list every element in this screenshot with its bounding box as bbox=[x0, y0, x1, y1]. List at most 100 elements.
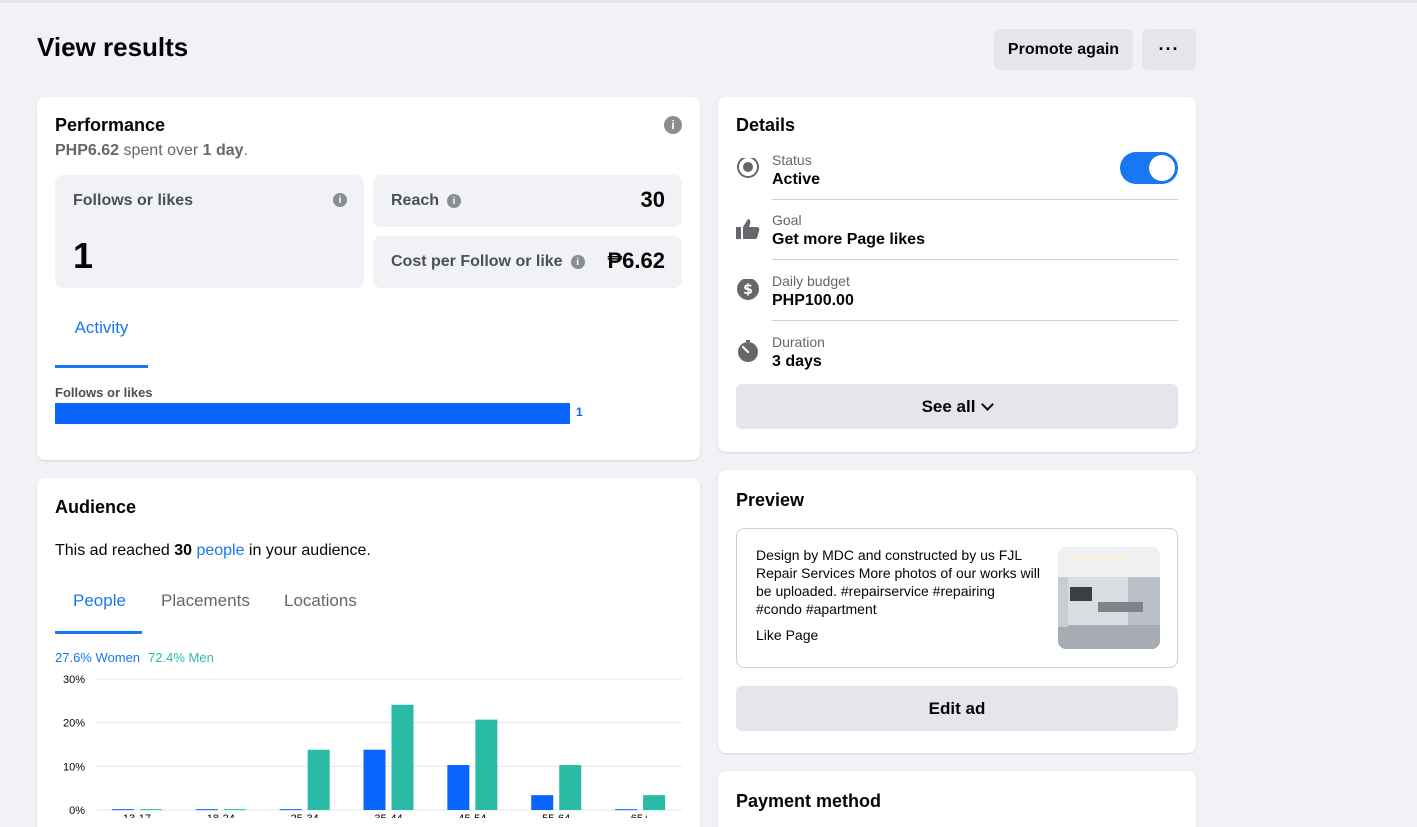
spent-end: . bbox=[243, 142, 249, 159]
bar-men bbox=[139, 809, 162, 811]
activity-bar-value: 1 bbox=[576, 405, 583, 419]
divider bbox=[772, 320, 1178, 321]
cost-value: ₱6.62 bbox=[607, 248, 666, 273]
ad-preview[interactable]: Design by MDC and constructed by us FJL … bbox=[736, 528, 1178, 668]
follows-label: Follows or likes bbox=[73, 192, 194, 209]
top-border bbox=[0, 0, 1417, 3]
tab-people[interactable]: People bbox=[73, 591, 126, 611]
x-tick-label: 25-34 bbox=[291, 813, 319, 818]
age-gender-chart: 0% 10% 20% 30% 13-17 18-24 25-34 35-44 45-54 55-6… bbox=[63, 674, 682, 818]
stopwatch-icon bbox=[738, 340, 758, 362]
follows-value: 1 bbox=[73, 235, 94, 276]
audience-card: Audience This ad reached 30 people in yo… bbox=[37, 478, 700, 827]
svg-text:$: $ bbox=[743, 282, 753, 298]
detail-value: Get more Page likes bbox=[772, 231, 925, 248]
thumbs-up-icon bbox=[736, 219, 760, 239]
y-tick-label: 30% bbox=[63, 674, 85, 686]
payment-title: Payment method bbox=[736, 791, 882, 811]
bar-men bbox=[391, 704, 414, 810]
summary-pre: This ad reached bbox=[55, 542, 175, 559]
y-tick-label: 0% bbox=[69, 805, 85, 817]
x-tick-label: 55-64 bbox=[542, 813, 570, 818]
tab-activity[interactable]: Activity bbox=[55, 318, 148, 338]
detail-value: 3 days bbox=[772, 353, 822, 370]
see-all-label: See all bbox=[921, 396, 976, 416]
see-all-button[interactable]: See all bbox=[736, 384, 1178, 429]
info-icon[interactable]: i bbox=[664, 116, 682, 134]
tab-locations[interactable]: Locations bbox=[284, 591, 357, 611]
audience-summary: This ad reached 30 people in your audien… bbox=[55, 542, 371, 560]
x-tick-label: 18-24 bbox=[207, 813, 235, 818]
dollar-icon: $ bbox=[737, 279, 759, 300]
performance-card: Performance i PHP6.62 spent over 1 day. … bbox=[37, 97, 700, 460]
bar-men bbox=[559, 765, 582, 810]
chart-legend: 27.6% Women 72.4% Men bbox=[55, 650, 214, 665]
like-page-link[interactable]: Like Page bbox=[756, 627, 818, 643]
x-tick-label: 45-54 bbox=[458, 813, 486, 818]
edit-ad-button[interactable]: Edit ad bbox=[736, 686, 1178, 731]
y-tick-label: 20% bbox=[63, 718, 85, 730]
more-options-button[interactable]: ··· bbox=[1142, 29, 1196, 70]
cost-tile: Cost per Follow or like i ₱6.62 bbox=[373, 236, 682, 288]
bar-women bbox=[615, 809, 638, 811]
follows-tile: Follows or likes i 1 bbox=[55, 175, 364, 288]
x-tick-label: 35-44 bbox=[374, 813, 402, 818]
spent-days: 1 day bbox=[202, 142, 244, 159]
cost-label-group: Cost per Follow or like i bbox=[391, 253, 585, 271]
bar-men bbox=[307, 749, 330, 810]
summary-post: in your audience. bbox=[244, 542, 371, 559]
bar-women bbox=[363, 749, 386, 810]
tab-underline bbox=[55, 631, 142, 634]
people-link[interactable]: people bbox=[196, 542, 244, 559]
toggle-knob bbox=[1149, 155, 1175, 181]
cost-label: Cost per Follow or like bbox=[391, 253, 563, 270]
info-icon[interactable]: i bbox=[333, 193, 347, 207]
performance-title: Performance bbox=[55, 115, 166, 135]
reach-label: Reach bbox=[391, 192, 440, 209]
detail-label: Status bbox=[772, 152, 812, 168]
reach-label-group: Reach i bbox=[391, 192, 462, 210]
radio-icon bbox=[737, 158, 759, 178]
activity-bar bbox=[55, 403, 570, 424]
detail-label: Goal bbox=[772, 212, 802, 228]
details-title: Details bbox=[736, 115, 796, 135]
ad-image bbox=[1058, 547, 1160, 649]
summary-count: 30 bbox=[174, 542, 192, 559]
tab-placements[interactable]: Placements bbox=[161, 591, 250, 611]
divider bbox=[772, 259, 1178, 260]
bar-women bbox=[279, 809, 302, 811]
detail-label: Daily budget bbox=[772, 273, 850, 289]
legend-men: 72.4% Men bbox=[148, 650, 214, 665]
bar-women bbox=[531, 795, 554, 810]
ad-text: Design by MDC and constructed by us FJL … bbox=[756, 547, 1040, 617]
promote-again-button[interactable]: Promote again bbox=[994, 29, 1133, 70]
detail-value: Active bbox=[772, 171, 821, 188]
activity-series-label: Follows or likes bbox=[55, 385, 153, 400]
chevron-down-icon bbox=[981, 397, 995, 411]
details-card: Details Status Active Goal Get more Page… bbox=[718, 97, 1196, 452]
detail-value: PHP100.00 bbox=[772, 292, 854, 309]
preview-title: Preview bbox=[736, 490, 805, 510]
bar-men bbox=[643, 795, 666, 810]
legend-women: 27.6% Women bbox=[55, 650, 141, 665]
payment-card: Payment method bbox=[718, 771, 1196, 827]
detail-label: Duration bbox=[772, 334, 825, 350]
spent-amount: PHP6.62 bbox=[55, 142, 120, 159]
info-icon[interactable]: i bbox=[570, 255, 585, 269]
reach-tile: Reach i 30 bbox=[373, 175, 682, 227]
x-tick-label: 13-17 bbox=[123, 813, 151, 818]
bar-women bbox=[195, 809, 218, 811]
divider bbox=[772, 199, 1178, 200]
info-icon[interactable]: i bbox=[447, 194, 462, 208]
y-tick-label: 10% bbox=[63, 761, 85, 773]
audience-title: Audience bbox=[55, 497, 137, 517]
spent-text: spent over bbox=[119, 142, 203, 159]
spent-summary: PHP6.62 spent over 1 day. bbox=[55, 142, 248, 160]
bar-men bbox=[475, 719, 498, 810]
reach-value: 30 bbox=[640, 187, 665, 212]
status-toggle[interactable] bbox=[1120, 152, 1178, 184]
x-tick-label: 65+ bbox=[631, 813, 650, 818]
page-title: View results bbox=[37, 32, 189, 62]
bar-women bbox=[447, 765, 470, 810]
preview-card: Preview Design by MDC and constructed by… bbox=[718, 470, 1196, 753]
